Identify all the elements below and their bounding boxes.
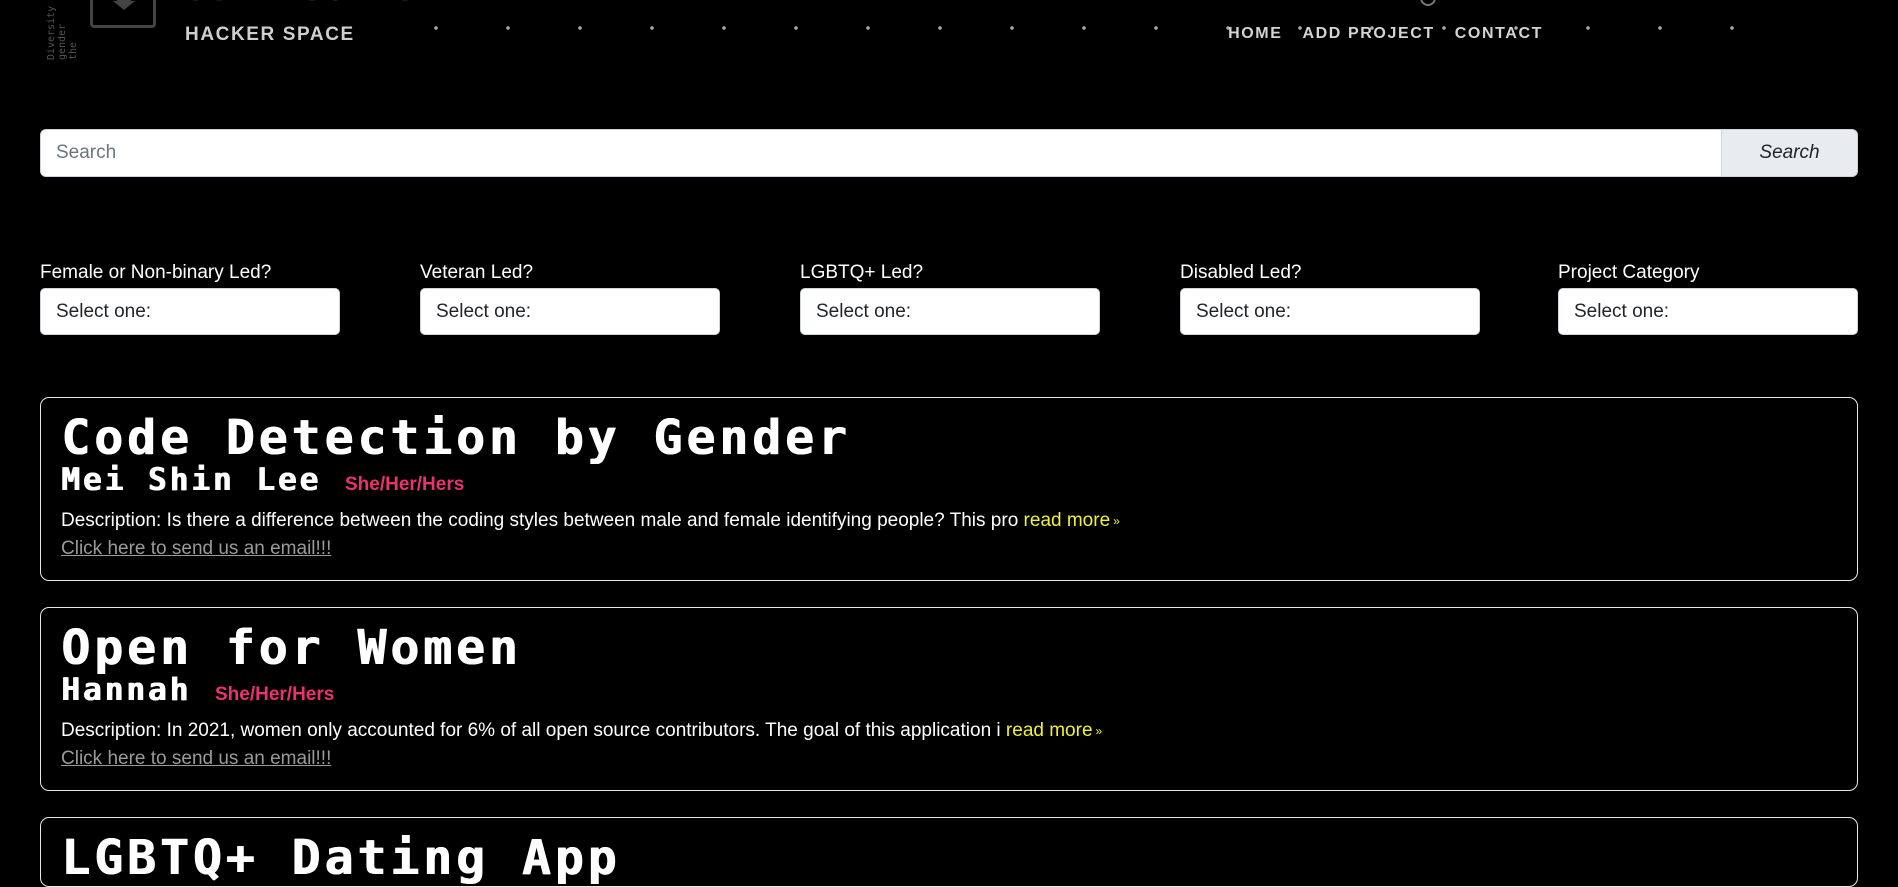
project-title: Code Detection by Gender [61,410,851,466]
author-pronouns: She/Her/Hers [344,474,465,495]
filter-veteran-select[interactable]: Select one: [420,288,720,335]
search-input[interactable] [40,129,1722,177]
double-chevron-down-icon: » [1113,514,1120,528]
project-author: Mei Shin Lee [61,462,321,498]
project-card: Open for Women Hannah She/Her/Hers Descr… [40,607,1858,791]
filter-lgbtq: LGBTQ+ Led? Select one: [800,258,1100,335]
search-button[interactable]: Search [1722,129,1858,177]
email-link[interactable]: Click here to send us an email!!! [61,748,331,770]
filter-disabled-select[interactable]: Select one: [1180,288,1480,335]
filter-label: Disabled Led? [1180,262,1302,283]
search-bar: Search [40,129,1858,177]
filter-category-select[interactable]: Select one: [1558,288,1858,335]
main-nav: HOME ADD PROJECT CONTACT [1228,25,1543,43]
double-chevron-down-icon: » [1095,724,1103,738]
filter-category: Project Category Select one: [1558,258,1858,335]
author-pronouns: She/Her/Hers [214,684,335,705]
filter-row: Female or Non-binary Led? Select one: Ve… [40,258,1858,338]
read-more-label: read more [1023,510,1111,531]
description-text: Description: In 2021, women only account… [61,720,1001,741]
filter-veteran: Veteran Led? Select one: [420,258,720,335]
author-row: Mei Shin Lee She/Her/Hers [61,462,1837,498]
project-author: Hannah [61,672,191,708]
filter-disabled: Disabled Led? Select one: [1180,258,1480,335]
project-card: LGBTQ+ Dating App [40,817,1858,887]
description-text: Description: Is there a difference betwe… [61,510,1019,531]
brand-top-text: OUR LOOK UP [186,0,442,8]
read-more-link[interactable]: read more» [1024,510,1120,531]
project-description: Description: Is there a difference betwe… [61,510,1837,532]
header-dot-pattern [400,24,1800,32]
search-icon[interactable] [1420,0,1436,6]
nav-home-link[interactable]: HOME [1228,25,1282,43]
filter-label: LGBTQ+ Led? [800,262,924,283]
filter-label: Veteran Led? [420,262,534,283]
filter-label: Female or Non-binary Led? [40,262,272,283]
nav-contact-link[interactable]: CONTACT [1455,25,1543,43]
filter-lgbtq-select[interactable]: Select one: [800,288,1100,335]
brand-name[interactable]: HACKER SPACE [185,24,355,46]
nav-add-project-link[interactable]: ADD PROJECT [1302,25,1434,43]
filter-label: Project Category [1558,262,1700,283]
author-row: Hannah She/Her/Hers [61,672,1837,708]
filter-female-nonbinary-select[interactable]: Select one: [40,288,340,335]
read-more-link[interactable]: read more» [1006,720,1102,741]
project-title: LGBTQ+ Dating App [61,830,621,886]
filter-female-nonbinary: Female or Non-binary Led? Select one: [40,258,340,335]
project-description: Description: In 2021, women only account… [61,720,1837,742]
project-card: Code Detection by Gender Mei Shin Lee Sh… [40,397,1858,581]
side-tagline: Diversity gender the [46,5,79,60]
site-header: Diversity gender the OUR LOOK UP HACKER … [0,0,1898,80]
email-link[interactable]: Click here to send us an email!!! [61,538,331,560]
read-more-label: read more [1005,720,1093,741]
project-title: Open for Women [61,620,522,676]
logo-icon[interactable] [90,0,156,28]
